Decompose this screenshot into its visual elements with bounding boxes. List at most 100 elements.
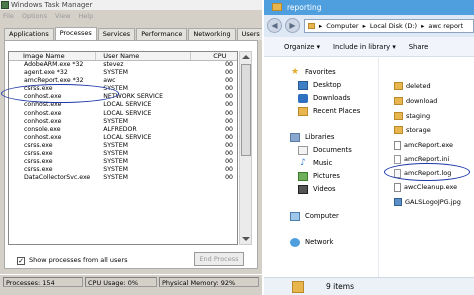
address-bar[interactable]: ▸ Computer ▸ Local Disk (D:) ▸ awc repor… [304,19,474,33]
scroll-up-arrow-icon[interactable] [242,55,250,59]
nav-label: Downloads [313,94,351,102]
tab-applications[interactable]: Applications [4,28,54,40]
process-list-scrollbar[interactable] [239,51,252,245]
videos-icon [298,184,308,194]
exe-icon [394,140,401,150]
network-icon [290,237,300,247]
table-row[interactable]: DataCollectorSvc.exe SYSTEM 00 [9,174,237,182]
column-cpu[interactable]: CPU [191,52,237,60]
folder-icon [394,112,403,120]
file-item[interactable]: amcReport.exe [394,140,453,150]
annotation-circle [384,163,470,181]
tab-processes[interactable]: Processes [54,27,97,40]
process-cpu: 00 [225,61,233,68]
nav-label: Music [313,159,333,167]
breadcrumb-local-disk[interactable]: Local Disk (D:) [370,20,417,32]
tab-services[interactable]: Services [97,28,136,40]
file-list: deleted download staging storage amcRepo… [380,58,474,277]
process-image-name: agent.exe *32 [24,69,68,77]
nav-downloads[interactable]: Downloads [298,93,350,103]
process-image-name: console.exe [24,125,61,133]
nav-pictures[interactable]: Pictures [298,171,340,181]
table-row[interactable]: csrss.exe SYSTEM 00 [9,142,237,150]
scrollbar-thumb[interactable] [241,64,251,156]
file-item[interactable]: storage [394,125,431,135]
menu-file[interactable]: File [3,11,14,21]
tab-users[interactable]: Users [236,28,262,40]
table-row[interactable]: csrss.exe SYSTEM 00 [9,166,237,174]
tab-performance[interactable]: Performance [136,28,188,40]
menu-options[interactable]: Options [22,11,47,21]
nav-favorites[interactable]: ★ Favorites [290,67,336,77]
status-cpu-usage: CPU Usage: 0% [85,277,157,287]
process-image-name: csrss.exe [24,166,53,174]
nav-computer[interactable]: Computer [290,211,339,221]
table-row[interactable]: conhost.exe SYSTEM 00 [9,118,237,126]
table-row[interactable]: agent.exe *32 SYSTEM 00 [9,69,237,77]
column-user-name[interactable]: User Name [96,52,192,60]
task-manager-window: Windows Task Manager File Options View H… [0,0,262,295]
file-item[interactable]: download [394,96,437,106]
menu-help[interactable]: Help [78,11,93,21]
breadcrumb-separator: ▸ [362,22,366,30]
show-all-users-checkbox[interactable]: ✓ [17,256,25,265]
nav-libraries[interactable]: Libraries [290,132,334,142]
window-title: Windows Task Manager [11,1,93,9]
music-icon: ♪ [300,157,306,168]
table-row[interactable]: AdobeARM.exe *32 stevez 00 [9,61,237,69]
process-cpu: 00 [225,166,233,174]
file-name: awcCleanup.exe [404,183,458,191]
nav-desktop[interactable]: Desktop [298,80,341,90]
command-bar: Organize ▾ Include in library ▾ Share [264,37,474,57]
table-row[interactable]: csrss.exe SYSTEM 00 [9,150,237,158]
share-button[interactable]: Share [409,37,429,56]
process-user-name: ALFREDOR [103,125,137,133]
file-item[interactable]: staging [394,111,430,121]
scroll-down-arrow-icon[interactable] [242,237,250,241]
table-row[interactable]: conhost.exe LOCAL SERVICE 00 [9,134,237,142]
folder-icon [394,97,403,105]
table-row[interactable]: console.exe ALFREDOR 00 [9,126,237,134]
recent-places-icon [298,106,308,116]
process-image-name: csrss.exe [24,141,53,149]
process-user-name: SYSTEM [103,174,128,182]
tab-networking[interactable]: Networking [188,28,236,40]
menu-view[interactable]: View [55,11,70,21]
nav-videos[interactable]: Videos [298,184,336,194]
end-process-button[interactable]: End Process [194,252,244,266]
libraries-icon [290,132,300,142]
column-image-name[interactable]: Image Name [9,52,97,60]
breadcrumb-computer[interactable]: Computer [326,20,358,32]
organize-button[interactable]: Organize ▾ [284,37,320,56]
nav-label: Recent Places [313,107,361,115]
nav-music[interactable]: ♪ Music [298,158,332,168]
forward-arrow-icon[interactable]: ▶ [285,18,300,33]
file-item[interactable]: awcCleanup.exe [394,182,457,192]
navigation-pane: ★ Favorites Desktop Downloads Recent Plac… [264,58,379,277]
table-row[interactable]: conhost.exe LOCAL SERVICE 00 [9,101,237,109]
process-user-name: SYSTEM [103,117,128,125]
nav-documents[interactable]: Documents [298,145,352,155]
task-manager-titlebar[interactable]: Windows Task Manager [0,0,262,10]
process-image-name: DataCollectorSvc.exe [24,174,91,182]
table-row[interactable]: conhost.exe LOCAL SERVICE 00 [9,110,237,118]
pictures-icon [298,171,308,181]
process-cpu: 00 [225,93,233,101]
file-item[interactable]: deleted [394,81,431,91]
table-row[interactable]: csrss.exe SYSTEM 00 [9,158,237,166]
desktop-icon [298,80,308,90]
process-image-name: csrss.exe [24,158,53,166]
process-user-name: stevez [103,61,124,68]
nav-recent-places[interactable]: Recent Places [298,106,360,116]
breadcrumb-awc-report[interactable]: awc report [428,20,463,32]
nav-network[interactable]: Network [290,237,333,247]
file-item[interactable]: GALSLogoJPG.jpg [394,197,461,207]
show-all-users-option[interactable]: ✓ Show processes from all users [17,256,127,265]
include-in-library-button[interactable]: Include in library ▾ [333,37,396,56]
file-name: storage [406,126,431,134]
explorer-titlebar[interactable]: reporting [264,0,474,15]
process-user-name: awc [103,77,116,85]
folder-icon [272,3,282,11]
back-arrow-icon[interactable]: ◀ [267,18,282,33]
explorer-title: reporting [287,3,322,12]
